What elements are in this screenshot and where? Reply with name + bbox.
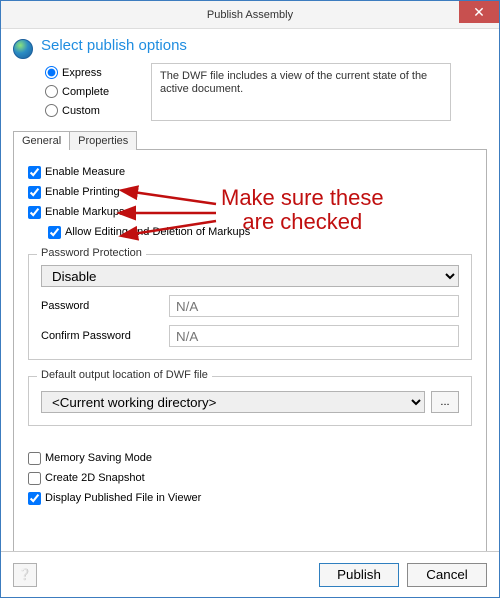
password-protection-legend: Password Protection [37,247,146,259]
publish-assembly-window: Publish Assembly ✕ Select publish option… [0,0,500,598]
checkbox-display-published-label: Display Published File in Viewer [45,492,201,504]
page-title: Select publish options [41,37,487,54]
radio-express-label: Express [62,67,102,79]
close-icon: ✕ [473,4,485,21]
checkbox-enable-markups[interactable]: Enable Markups [28,202,472,222]
content-area: Select publish options Express Complete … [1,29,499,551]
radio-complete-input[interactable] [45,85,58,98]
confirm-password-input [169,325,459,347]
tab-general[interactable]: General [13,131,70,150]
checkbox-enable-measure-label: Enable Measure [45,166,125,178]
checkbox-memory-saving-input[interactable] [28,452,41,465]
titlebar: Publish Assembly ✕ [1,1,499,29]
radio-custom[interactable]: Custom [45,101,137,120]
radio-custom-input[interactable] [45,104,58,117]
checkbox-create-snapshot-input[interactable] [28,472,41,485]
checkbox-enable-printing-label: Enable Printing [45,186,120,198]
checkbox-memory-saving[interactable]: Memory Saving Mode [28,448,472,468]
checkbox-create-snapshot[interactable]: Create 2D Snapshot [28,468,472,488]
checkbox-enable-markups-input[interactable] [28,206,41,219]
checkbox-enable-markups-label: Enable Markups [45,206,125,218]
checkbox-create-snapshot-label: Create 2D Snapshot [45,472,145,484]
output-location-select[interactable]: <Current working directory> [41,391,425,413]
checkbox-display-published[interactable]: Display Published File in Viewer [28,488,472,508]
checkbox-allow-edit-markups-label: Allow Editing and Deletion of Markups [65,226,250,238]
tabs-container: General Properties Enable Measure Enable… [13,131,487,551]
radio-custom-label: Custom [62,105,100,117]
tab-properties[interactable]: Properties [69,131,137,150]
close-button[interactable]: ✕ [459,1,499,23]
browse-button-label: ... [440,396,449,408]
publish-mode-radios: Express Complete Custom [45,63,137,121]
mode-description: The DWF file includes a view of the curr… [151,63,451,121]
cancel-button[interactable]: Cancel [407,563,487,587]
globe-icon [13,39,33,59]
info-button[interactable]: ❔ [13,563,37,587]
confirm-password-label: Confirm Password [41,330,169,342]
checkbox-enable-measure[interactable]: Enable Measure [28,162,472,182]
checkbox-enable-printing[interactable]: Enable Printing [28,182,472,202]
radio-complete[interactable]: Complete [45,82,137,101]
radio-complete-label: Complete [62,86,109,98]
radio-express[interactable]: Express [45,63,137,82]
checkbox-allow-edit-markups[interactable]: Allow Editing and Deletion of Markups [48,222,472,242]
radio-express-input[interactable] [45,66,58,79]
footer-bar: ❔ Publish Cancel [1,551,499,597]
password-protection-select[interactable]: Disable [41,265,459,287]
checkbox-enable-measure-input[interactable] [28,166,41,179]
window-title: Publish Assembly [207,9,293,21]
browse-button[interactable]: ... [431,391,459,413]
checkbox-memory-saving-label: Memory Saving Mode [45,452,152,464]
checkbox-enable-printing-input[interactable] [28,186,41,199]
password-input [169,295,459,317]
publish-button[interactable]: Publish [319,563,399,587]
output-location-legend: Default output location of DWF file [37,369,212,381]
password-label: Password [41,300,169,312]
checkbox-allow-edit-markups-input[interactable] [48,226,61,239]
tab-panel-general: Enable Measure Enable Printing Enable Ma… [13,149,487,551]
output-location-group: Default output location of DWF file <Cur… [28,376,472,426]
info-icon: ❔ [18,568,32,581]
checkbox-display-published-input[interactable] [28,492,41,505]
password-protection-group: Password Protection Disable Password Con… [28,254,472,360]
